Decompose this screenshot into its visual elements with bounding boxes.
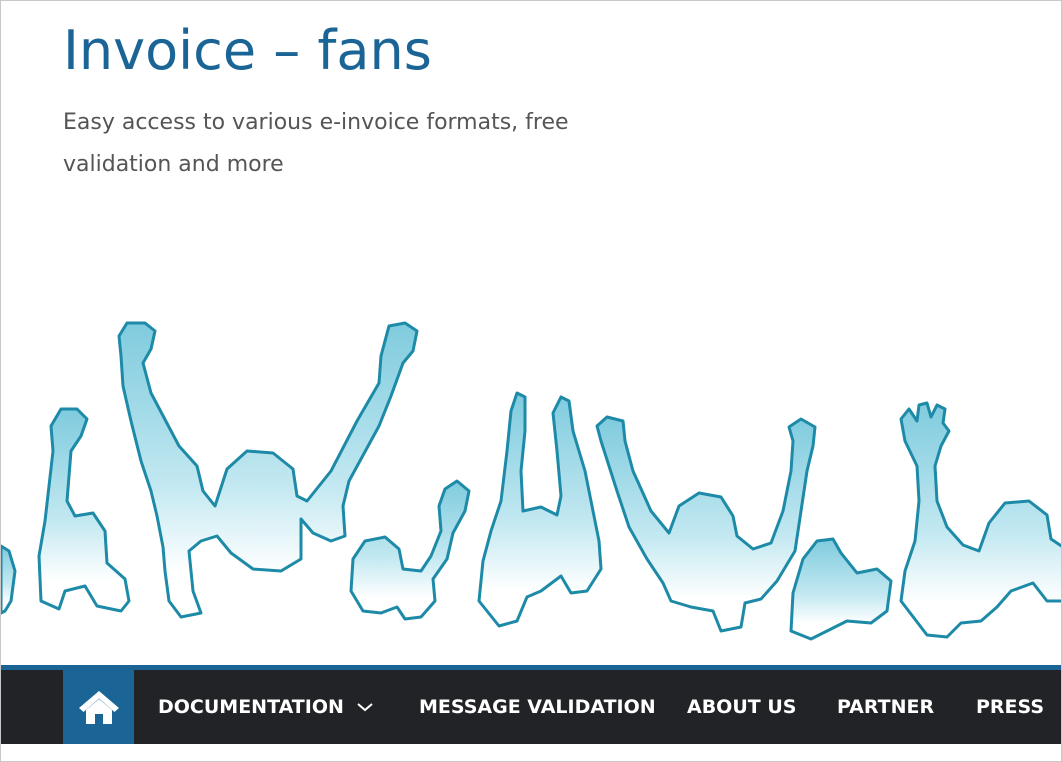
nav-item-about-us[interactable]: ABOUT US: [687, 670, 796, 744]
nav-item-partner[interactable]: PARTNER: [837, 670, 934, 744]
nav-item-label: PARTNER: [837, 696, 935, 718]
nav-item-label: ABOUT US: [687, 696, 797, 718]
nav-item-press[interactable]: PRESS: [976, 670, 1044, 744]
nav-item-label: DOCUMENTATION: [158, 696, 344, 718]
nav-item-label: PRESS: [976, 696, 1045, 718]
chevron-down-icon[interactable]: [356, 701, 374, 713]
nav-item-message-validation[interactable]: MESSAGE VALIDATION: [419, 670, 656, 744]
page-frame: Invoice – fans Easy access to various e-…: [0, 0, 1062, 762]
nav-item-label: MESSAGE VALIDATION: [419, 696, 656, 718]
site-tagline: Easy access to various e-invoice formats…: [63, 110, 569, 177]
crowd-illustration: [1, 321, 1061, 641]
main-navigation: DOCUMENTATION MESSAGE VALIDATION ABOUT U…: [1, 665, 1061, 744]
nav-home-button[interactable]: [63, 670, 134, 744]
nav-item-documentation[interactable]: DOCUMENTATION: [158, 670, 374, 744]
site-title[interactable]: Invoice – fans: [63, 19, 432, 84]
home-icon: [78, 691, 119, 724]
